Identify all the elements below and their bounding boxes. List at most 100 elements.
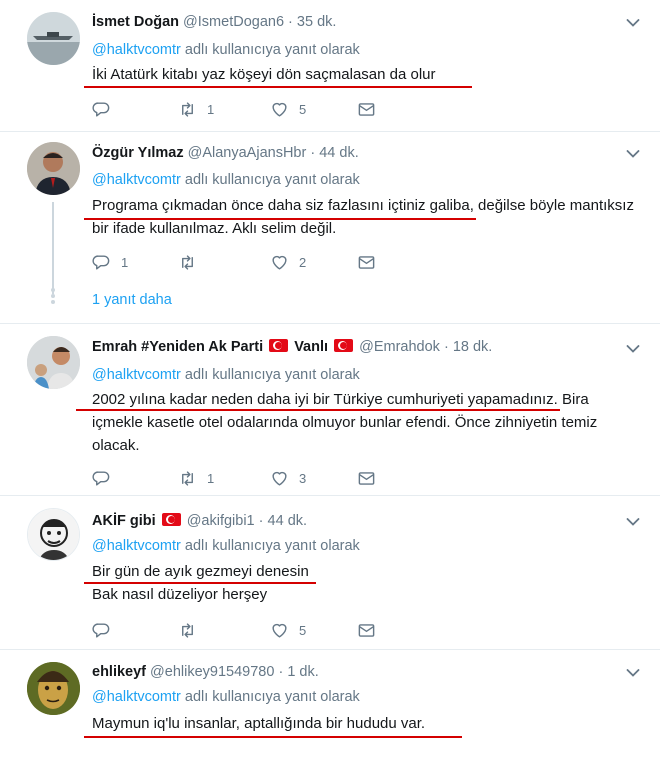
- dm-button[interactable]: [357, 252, 376, 272]
- heart-icon: [270, 621, 289, 640]
- display-name-suffix[interactable]: Vanlı: [294, 339, 328, 355]
- reply-icon: [92, 621, 111, 640]
- timestamp[interactable]: 35 dk.: [297, 14, 337, 30]
- display-name[interactable]: Özgür Yılmaz: [92, 145, 184, 161]
- reply-button[interactable]: 1: [92, 252, 128, 272]
- tweet-text: 2002 yılına kadar neden daha iyi bir Tür…: [92, 388, 597, 457]
- envelope-icon: [357, 469, 376, 488]
- like-count: 2: [299, 254, 307, 270]
- chevron-down-icon[interactable]: [626, 517, 640, 527]
- tweet-header: ehlikeyf @ehlikey91549780 · 1 dk.: [92, 663, 319, 681]
- dm-button[interactable]: [357, 468, 376, 488]
- like-button[interactable]: 5: [270, 620, 306, 640]
- tweet-text-line: Maymun iq'lu insanlar, aptallığında bir …: [92, 715, 426, 732]
- chevron-down-icon[interactable]: [626, 18, 640, 28]
- tweet-text-line: bir ifade kullanılmaz. Aklı selim değil.: [92, 220, 337, 237]
- tweet-header: Özgür Yılmaz @AlanyaAjansHbr · 44 dk.: [92, 144, 359, 162]
- retweet-button[interactable]: 1: [178, 468, 214, 488]
- like-button[interactable]: 2: [270, 252, 306, 272]
- annotation-underline: [84, 582, 316, 584]
- timestamp[interactable]: 18 dk.: [453, 339, 493, 355]
- timestamp[interactable]: 44 dk.: [319, 145, 359, 161]
- reply-mention[interactable]: @halktvcomtr: [92, 538, 181, 554]
- heart-icon: [270, 100, 289, 119]
- tweet[interactable]: Özgür Yılmaz @AlanyaAjansHbr · 44 dk. @h…: [0, 132, 660, 324]
- like-count: 3: [299, 470, 307, 486]
- avatar[interactable]: [27, 12, 80, 65]
- annotation-underline: [84, 736, 462, 738]
- reply-mention[interactable]: @halktvcomtr: [92, 172, 181, 188]
- like-button[interactable]: 3: [270, 468, 306, 488]
- envelope-icon: [357, 100, 376, 119]
- tweet[interactable]: İsmet Doğan @IsmetDogan6 · 35 dk. @halkt…: [0, 0, 660, 132]
- timestamp[interactable]: 44 dk.: [268, 513, 308, 529]
- user-handle[interactable]: @akifgibi1: [187, 513, 255, 529]
- display-name[interactable]: İsmet Doğan: [92, 14, 179, 30]
- reply-context: @halktvcomtr adlı kullanıcıya yanıt olar…: [92, 367, 360, 383]
- reply-context: @halktvcomtr adlı kullanıcıya yanıt olar…: [92, 172, 360, 188]
- tweet-text-line: olacak.: [92, 437, 140, 454]
- tweet-text-line: 2002 yılına kadar neden daha iyi bir Tür…: [92, 391, 589, 408]
- reply-prefix: adlı kullanıcıya yanıt olarak: [184, 689, 360, 705]
- user-handle[interactable]: @ehlikey91549780: [150, 664, 274, 680]
- reply-mention[interactable]: @halktvcomtr: [92, 42, 181, 58]
- timestamp[interactable]: 1 dk.: [287, 664, 318, 680]
- dm-button[interactable]: [357, 99, 376, 119]
- reply-button[interactable]: [92, 468, 121, 488]
- tweet-text: Maymun iq'lu insanlar, aptallığında bir …: [92, 712, 425, 735]
- reply-prefix: adlı kullanıcıya yanıt olarak: [184, 42, 360, 58]
- retweet-count: 1: [207, 470, 215, 486]
- turkish-flag-icon: [334, 339, 354, 352]
- avatar[interactable]: [27, 508, 80, 561]
- show-more-replies-link[interactable]: 1 yanıt daha: [92, 292, 172, 308]
- tweet[interactable]: Emrah #Yeniden Ak Parti Vanlı @Emrahdok …: [0, 324, 660, 496]
- user-handle[interactable]: @IsmetDogan6: [183, 14, 284, 30]
- dm-button[interactable]: [357, 620, 376, 640]
- chevron-down-icon[interactable]: [626, 344, 640, 354]
- chevron-down-icon[interactable]: [626, 149, 640, 159]
- tweet-text-line: Bir gün de ayık gezmeyi denesin: [92, 563, 309, 580]
- turkish-flag-icon: [161, 513, 181, 526]
- tweet-text-line: İki Atatürk kitabı yaz köşeyi dön saçmal…: [92, 66, 436, 83]
- reply-button[interactable]: [92, 620, 121, 640]
- retweet-button[interactable]: [178, 252, 207, 272]
- chevron-down-icon[interactable]: [626, 668, 640, 678]
- retweet-icon: [178, 100, 197, 119]
- retweet-button[interactable]: 1: [178, 99, 214, 119]
- heart-icon: [270, 253, 289, 272]
- tweet-header: İsmet Doğan @IsmetDogan6 · 35 dk.: [92, 13, 336, 31]
- tweet-text-line: içmekle kasetle otel odalarında olmuyor …: [92, 414, 598, 431]
- tweet[interactable]: ehlikeyf @ehlikey91549780 · 1 dk. @halkt…: [0, 650, 660, 783]
- avatar[interactable]: [27, 336, 80, 389]
- like-button[interactable]: 5: [270, 99, 306, 119]
- tweet-header: Emrah #Yeniden Ak Parti Vanlı @Emrahdok …: [92, 338, 492, 356]
- display-name[interactable]: ehlikeyf: [92, 664, 146, 680]
- reply-prefix: adlı kullanıcıya yanıt olarak: [184, 367, 360, 383]
- retweet-count: 1: [207, 101, 215, 117]
- reply-icon: [92, 469, 111, 488]
- separator-dot: ·: [310, 145, 316, 161]
- reply-count: 1: [121, 254, 129, 270]
- retweet-button[interactable]: [178, 620, 207, 640]
- reply-context: @halktvcomtr adlı kullanıcıya yanıt olar…: [92, 689, 360, 705]
- reply-mention[interactable]: @halktvcomtr: [92, 689, 181, 705]
- avatar[interactable]: [27, 142, 80, 195]
- reply-icon: [92, 253, 111, 272]
- like-count: 5: [299, 101, 307, 117]
- separator-dot: ·: [443, 339, 449, 355]
- display-name[interactable]: Emrah #Yeniden Ak Parti: [92, 339, 263, 355]
- reply-mention[interactable]: @halktvcomtr: [92, 367, 181, 383]
- separator-dot: ·: [258, 513, 264, 529]
- thread-dot: [51, 300, 55, 304]
- user-handle[interactable]: @AlanyaAjansHbr: [188, 145, 307, 161]
- avatar[interactable]: [27, 662, 80, 715]
- annotation-underline: [84, 86, 472, 88]
- tweet-header: AKİF gibi @akifgibi1 · 44 dk.: [92, 512, 307, 530]
- tweet[interactable]: AKİF gibi @akifgibi1 · 44 dk. @halktvcom…: [0, 496, 660, 650]
- reply-button[interactable]: [92, 99, 121, 119]
- reply-icon: [92, 100, 111, 119]
- thread-dot: [51, 288, 55, 292]
- user-handle[interactable]: @Emrahdok: [359, 339, 440, 355]
- tweet-text: Programa çıkmadan önce daha siz fazlasın…: [92, 194, 634, 240]
- display-name[interactable]: AKİF gibi: [92, 513, 156, 529]
